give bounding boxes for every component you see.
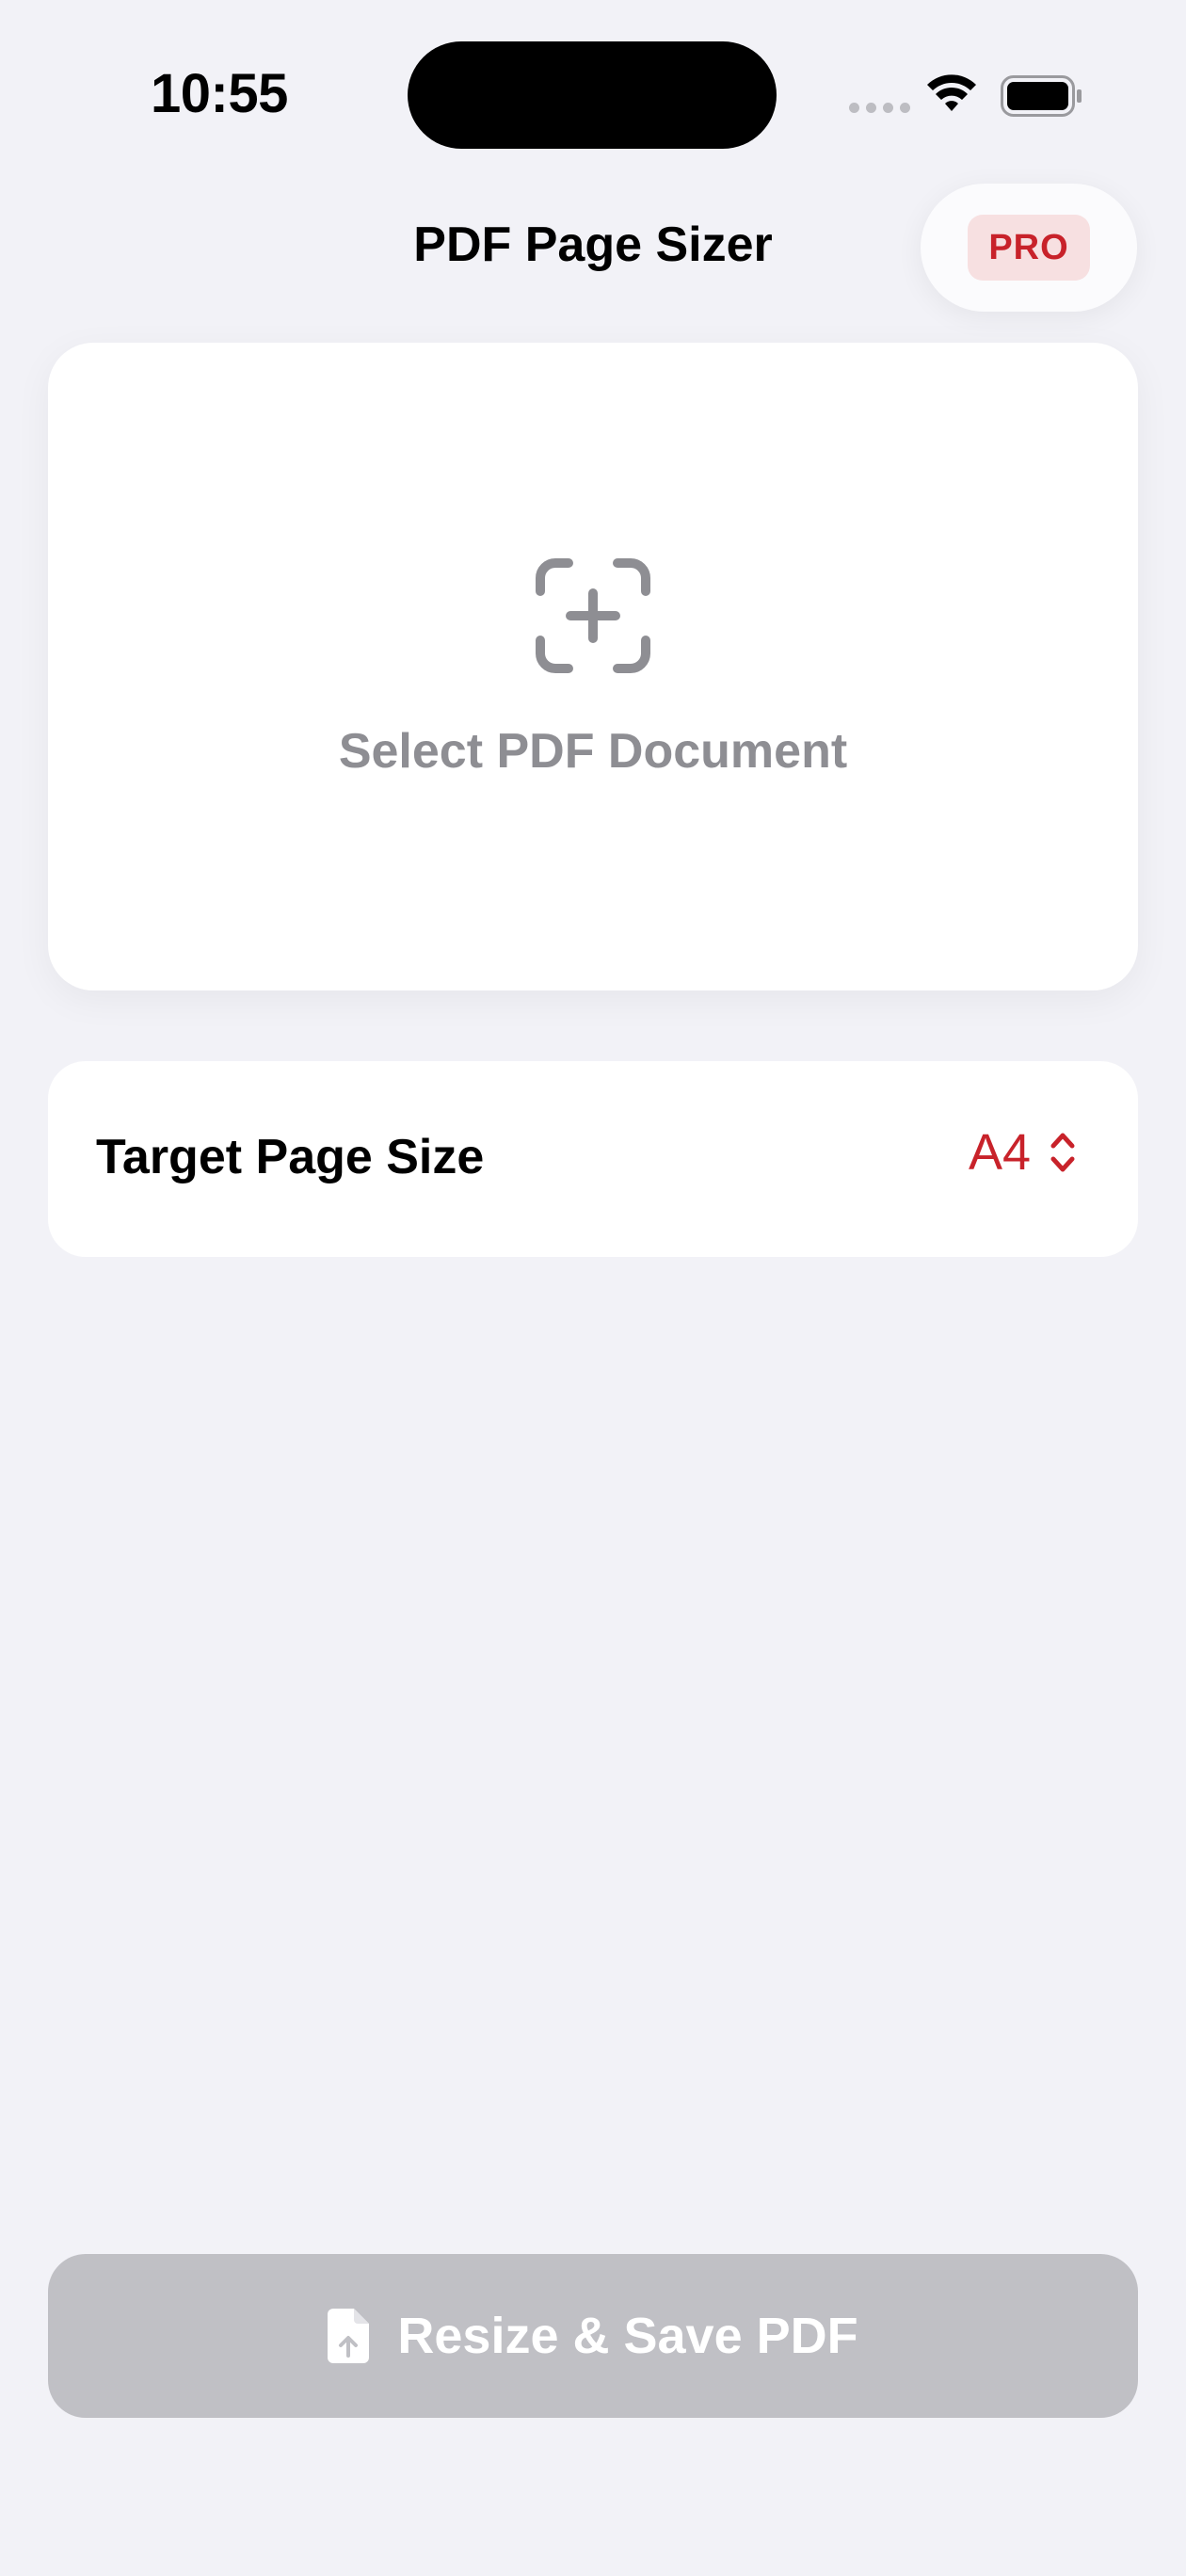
pro-badge: PRO [968,215,1090,281]
select-pdf-card[interactable]: Select PDF Document [48,343,1138,990]
add-viewfinder-icon [536,558,650,673]
select-pdf-label: Select PDF Document [338,724,848,779]
wifi-icon [927,74,976,111]
doc-upload-icon [328,2309,370,2363]
battery-icon [1001,75,1082,117]
resize-save-button[interactable]: Resize & Save PDF [48,2254,1138,2418]
pro-button[interactable]: PRO [921,184,1137,312]
target-page-size-label: Target Page Size [96,1130,485,1184]
cellular-signal-icon [849,103,910,113]
resize-save-label: Resize & Save PDF [397,2308,858,2364]
chevron-up-down-icon [1050,1133,1075,1172]
page-size-value: A4 [968,1124,1031,1181]
page-size-picker[interactable]: A4 [969,1123,1076,1182]
status-time: 10:55 [151,63,288,124]
dynamic-island [408,41,777,149]
target-page-size-row: Target Page Size A4 [48,1061,1138,1257]
